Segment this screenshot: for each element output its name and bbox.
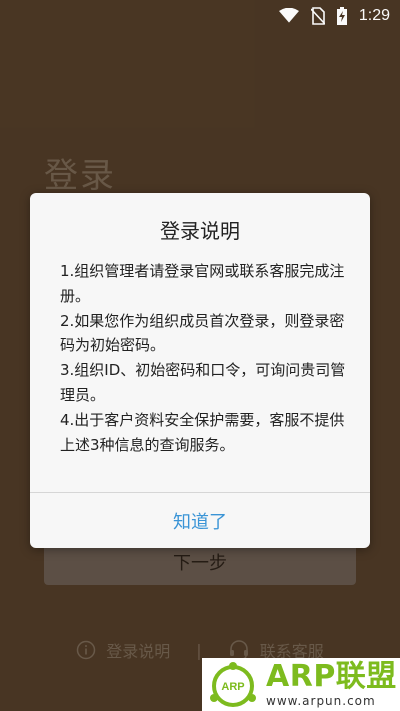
dialog-body: 1.组织管理者请登录官网或联系客服完成注册。 2.如果您作为组织成员首次登录，则… xyxy=(60,259,350,457)
got-it-button[interactable]: 知道了 xyxy=(30,493,370,548)
arp-logo-icon: ARP xyxy=(210,661,256,707)
watermark-text: ARP联盟 www.arpun.com xyxy=(266,658,397,708)
arp-logo-text: ARP xyxy=(221,681,244,693)
page-title: 登录 xyxy=(44,156,116,196)
arp-watermark: ARP ARP联盟 www.arpun.com xyxy=(202,658,400,711)
login-instructions-link[interactable]: 登录说明 xyxy=(76,638,170,662)
status-icons: 1:29 xyxy=(278,7,390,25)
watermark-url: www.arpun.com xyxy=(266,693,376,708)
clock: 1:29 xyxy=(358,7,390,24)
dialog-title: 登录说明 xyxy=(160,219,240,243)
status-bar: 1:29 xyxy=(0,0,400,32)
instruction-line: 1.组织管理者请登录官网或联系客服完成注册。 xyxy=(60,262,345,305)
no-sim-icon xyxy=(310,7,325,25)
instruction-line: 3.组织ID、初始密码和口令，可询问贵司管理员。 xyxy=(60,361,346,404)
instruction-line: 2.如果您作为组织成员首次登录，则登录密码为初始密码。 xyxy=(60,311,345,355)
wifi-icon xyxy=(278,8,299,23)
login-instructions-label: 登录说明 xyxy=(106,642,171,661)
login-screen: 1:29 登录 下一步 登录说明 | 联系客服 登录说明 1.组织管理者请登录官… xyxy=(0,0,400,711)
instruction-line: 4.出于客户资料安全保护需要，客服不提供上述3种信息的查询服务。 xyxy=(60,410,345,454)
info-icon xyxy=(77,640,96,660)
battery-charging-icon xyxy=(336,7,347,25)
watermark-brand: ARP联盟 xyxy=(266,658,397,694)
login-instructions-dialog: 登录说明 1.组织管理者请登录官网或联系客服完成注册。 2.如果您作为组织成员首… xyxy=(30,193,370,548)
link-separator: | xyxy=(196,640,202,660)
